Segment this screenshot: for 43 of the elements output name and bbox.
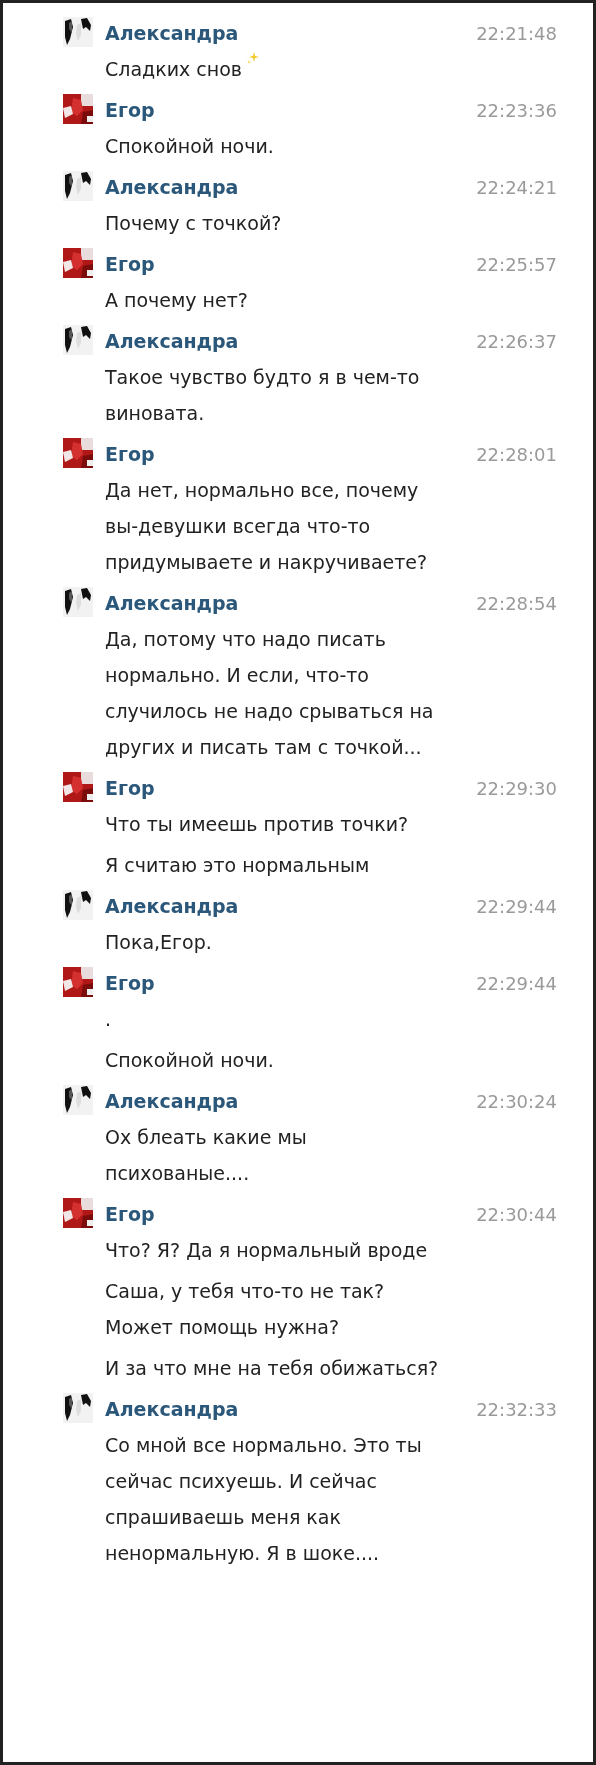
message-text: Саша, у тебя что-то не так? Может помощь нужна?	[105, 1280, 385, 1338]
message-text: Ох блеать какие мы психованые....	[105, 1126, 307, 1184]
message-time: 22:24:21	[476, 176, 557, 200]
message-text: .	[105, 1008, 112, 1030]
author-name[interactable]: Александра	[105, 1391, 239, 1427]
author-name[interactable]: Егор	[105, 436, 155, 472]
author-name[interactable]: Александра	[105, 169, 239, 205]
message-time: 22:21:48	[476, 22, 557, 46]
message-time: 22:29:44	[476, 972, 557, 996]
message-time: 22:29:44	[476, 895, 557, 919]
message-text: Спокойной ночи.	[105, 1049, 274, 1071]
message-time: 22:23:36	[476, 99, 557, 123]
author-name[interactable]: Александра	[105, 1083, 239, 1119]
message-time: 22:30:24	[476, 1090, 557, 1114]
message-text: А почему нет?	[105, 289, 248, 311]
author-name[interactable]: Егор	[105, 246, 155, 282]
message-text: И за что мне на тебя обижаться?	[105, 1357, 439, 1379]
author-name[interactable]: Егор	[105, 92, 155, 128]
message-time: 22:28:54	[476, 592, 557, 616]
author-name[interactable]: Егор	[105, 965, 155, 1001]
message-text: Да нет, нормально все, почему вы-девушки всегда что-то придумываете и накручиваете?	[105, 479, 428, 573]
message-time: 22:30:44	[476, 1203, 557, 1227]
message-text: Пока,Егор.	[105, 931, 212, 953]
message-text: Я считаю это нормальным	[105, 854, 370, 876]
author-name[interactable]: Александра	[105, 585, 239, 621]
author-name[interactable]: Александра	[105, 323, 239, 359]
message-text: Почему с точкой?	[105, 212, 282, 234]
message-text: Такое чувство будто я в чем-то виновата.	[105, 366, 420, 424]
author-name[interactable]: Егор	[105, 1196, 155, 1232]
message-time: 22:29:30	[476, 777, 557, 801]
message-time: 22:32:33	[476, 1398, 557, 1422]
message-text: Сладких снов	[105, 58, 242, 80]
message-text: Спокойной ночи.	[105, 135, 274, 157]
message-text: Да, потому что надо писать нормально. И если, что-то случилось не надо срываться на других и писать там с точкой...	[105, 628, 434, 758]
message-text: Что ты имеешь против точки?	[105, 813, 409, 835]
message-time: 22:28:01	[476, 443, 557, 467]
author-name[interactable]: Александра	[105, 15, 239, 51]
author-name[interactable]: Александра	[105, 888, 239, 924]
author-name[interactable]: Егор	[105, 770, 155, 806]
message-time: 22:26:37	[476, 330, 557, 354]
message-time: 22:25:57	[476, 253, 557, 277]
message-text: Что? Я? Да я нормальный вроде	[105, 1239, 428, 1261]
message-text: Со мной все нормально. Это ты сейчас психуешь. И сейчас спрашиваешь меня как ненормальную. Я в шоке....	[105, 1434, 422, 1564]
